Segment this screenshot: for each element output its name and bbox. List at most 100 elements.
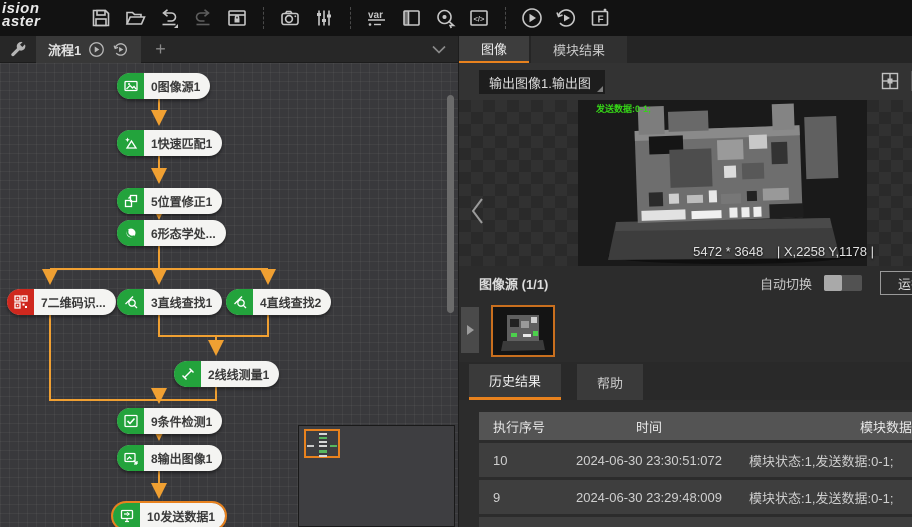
- flow-tab-label: 流程1: [48, 40, 81, 59]
- logo-line2: aster: [2, 15, 84, 28]
- image-overlay-text: 发送数据:0-1;: [596, 102, 651, 115]
- cell-data: 模块状态:1,发送数据:0-1;: [737, 480, 912, 514]
- flow-node-selected[interactable]: 10发送数据1: [113, 503, 225, 527]
- undo-icon[interactable]: [152, 3, 186, 33]
- expand-thumbnails-button[interactable]: [461, 307, 479, 353]
- image-resolution: 5472 * 3648: [693, 244, 763, 259]
- run-flow-continuous-icon[interactable]: [112, 41, 129, 58]
- viewer-toolbar: 输出图像1.输出图: [459, 63, 912, 100]
- viewer-tabs: 图像 模块结果: [459, 36, 912, 63]
- image-source-icon: [117, 73, 144, 99]
- send-data-icon: [113, 503, 140, 527]
- flow-node[interactable]: 6形态学处...: [117, 220, 226, 246]
- flow-node[interactable]: 1快速匹配1: [117, 130, 222, 156]
- tab-help[interactable]: 帮助: [577, 364, 643, 400]
- cell-time: 2024-06-30 23:30:51:072: [561, 443, 737, 477]
- image-source-bar: 图像源 (1/1) 自动切换 运行: [459, 266, 912, 300]
- tab-history-results[interactable]: 历史结果: [469, 364, 561, 400]
- flow-node[interactable]: 3直线查找1: [117, 289, 222, 315]
- flow-node[interactable]: 9条件检测1: [117, 408, 222, 434]
- main-toolbar: ision aster: [0, 0, 912, 36]
- condition-check-icon: [117, 408, 144, 434]
- run-button[interactable]: 运行: [880, 271, 912, 295]
- flow-node[interactable]: 0图像源1: [117, 73, 210, 99]
- cell-time: 2024-06-30 23:29:48:009: [561, 480, 737, 514]
- image-info: 5472 * 3648 | X,2258 Y,1178 |: [683, 244, 874, 259]
- flow-node-label: 10发送数据1: [140, 503, 225, 527]
- cell-seq: 8: [479, 517, 561, 527]
- add-flow-button[interactable]: +: [141, 39, 180, 60]
- toolbar-divider: [350, 7, 360, 29]
- cell-data: 模块状态:1,发送数据:0-1;: [737, 443, 912, 477]
- image-viewport[interactable]: 发送数据:0-1; 5472 * 3648 | X,2258 Y,1178 |: [459, 100, 912, 266]
- redo-icon[interactable]: [186, 3, 220, 33]
- flow-node-label: 8输出图像1: [144, 445, 222, 471]
- save-icon[interactable]: [84, 3, 118, 33]
- flow-node-label: 7二维码识...: [34, 289, 116, 315]
- flow-node-label: 9条件检测1: [144, 408, 222, 434]
- history-tabs: 历史结果 帮助: [459, 362, 912, 400]
- f-icon-label: F: [598, 15, 604, 26]
- wrench-icon[interactable]: [0, 40, 36, 58]
- morphology-icon: [117, 220, 144, 246]
- triangle-right-icon: [467, 325, 474, 335]
- code-window-icon[interactable]: </>: [462, 3, 496, 33]
- cell-seq: 10: [479, 443, 561, 477]
- table-row[interactable]: 9 2024-06-30 23:29:48:009 模块状态:1,发送数据:0-…: [479, 480, 912, 514]
- pcb-image: 发送数据:0-1;: [578, 100, 867, 266]
- settings-sliders-icon[interactable]: [307, 3, 341, 33]
- chevron-down-icon[interactable]: [432, 45, 446, 54]
- thumbnail-strip: [459, 300, 912, 362]
- tab-flow1[interactable]: 流程1: [36, 36, 141, 63]
- flowchart-minimap[interactable]: [298, 425, 455, 527]
- image-thumbnail-selected[interactable]: [491, 305, 555, 357]
- code-icon-label: </>: [474, 15, 485, 24]
- open-folder-icon[interactable]: [118, 3, 152, 33]
- flow-node[interactable]: 4直线查找2: [226, 289, 331, 315]
- lock-window-icon[interactable]: [220, 3, 254, 33]
- fit-view-icon[interactable]: [880, 71, 900, 91]
- auto-switch-label: 自动切换: [760, 274, 812, 293]
- flow-node-label: 0图像源1: [144, 73, 210, 99]
- visionmaster-window: ision aster: [0, 0, 912, 527]
- table-row[interactable]: 8 2024-06-30 23:29:46:651 模块状态:1,发送数据:0-…: [479, 517, 912, 527]
- flow-node[interactable]: 5位置修正1: [117, 188, 222, 214]
- flow-node[interactable]: 8输出图像1: [117, 445, 222, 471]
- book-pages-icon[interactable]: [394, 3, 428, 33]
- flow-node[interactable]: 2线线测量1: [174, 361, 279, 387]
- line-find-icon: [117, 289, 144, 315]
- position-fix-icon: [117, 188, 144, 214]
- minimap-viewport[interactable]: [304, 429, 340, 458]
- table-row[interactable]: 10 2024-06-30 23:30:51:072 模块状态:1,发送数据:0…: [479, 443, 912, 477]
- col-header-data: 模块数据: [737, 412, 912, 440]
- toolbar-divider: [263, 7, 273, 29]
- run-once-icon[interactable]: [515, 3, 549, 33]
- flow-tab-bar: 流程1 +: [0, 36, 458, 63]
- flow-node-label: 4直线查找2: [253, 289, 331, 315]
- run-continuous-icon[interactable]: [549, 3, 583, 33]
- target-run-icon[interactable]: [428, 3, 462, 33]
- tab-image[interactable]: 图像: [459, 36, 529, 63]
- image-source-dropdown[interactable]: 输出图像1.输出图: [479, 70, 605, 94]
- image-source-label: 图像源 (1/1): [479, 274, 548, 293]
- camera-icon[interactable]: [273, 3, 307, 33]
- qr-code-icon: [7, 289, 34, 315]
- toolbar-divider: [505, 7, 515, 29]
- col-header-seq: 执行序号: [479, 412, 561, 440]
- variable-icon[interactable]: var: [360, 3, 394, 33]
- flowchart-scrollbar[interactable]: [447, 95, 454, 313]
- run-flow-icon[interactable]: [88, 41, 105, 58]
- flow-node[interactable]: 7二维码识...: [7, 289, 116, 315]
- auto-switch-toggle[interactable]: [824, 275, 862, 291]
- toggle-knob: [824, 275, 842, 291]
- flowchart-canvas[interactable]: 0图像源1 1快速匹配1 5位置修正1: [0, 63, 458, 527]
- tab-module-result[interactable]: 模块结果: [531, 36, 627, 63]
- flow-node-label: 1快速匹配1: [144, 130, 222, 156]
- cell-time: 2024-06-30 23:29:46:651: [561, 517, 737, 527]
- chevron-left-icon[interactable]: [469, 196, 485, 226]
- result-panel: 图像 模块结果 输出图像1.输出图: [458, 36, 912, 527]
- function-window-icon[interactable]: F: [583, 3, 617, 33]
- cursor-coordinates: | X,2258 Y,1178 |: [777, 244, 874, 259]
- fast-match-icon: [117, 130, 144, 156]
- flow-node-label: 2线线测量1: [201, 361, 279, 387]
